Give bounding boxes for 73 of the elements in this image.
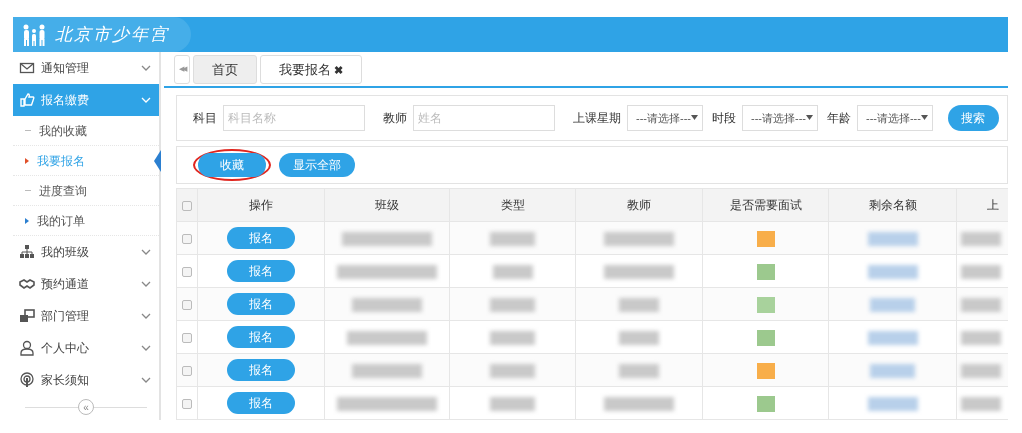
chevron-icon — [141, 313, 151, 319]
site-logo-text: 北京市少年宫 — [55, 22, 169, 46]
dropdown[interactable]: ---请选择--- — [627, 104, 703, 131]
caret-icon — [920, 115, 928, 121]
redacted-text — [492, 264, 533, 279]
field-label: 上课星期 — [573, 109, 621, 127]
checkbox[interactable] — [182, 365, 193, 376]
checkbox[interactable] — [182, 200, 193, 211]
redacted-text — [870, 297, 916, 312]
column-header: 上 — [956, 188, 1008, 222]
redacted-text — [352, 297, 423, 312]
field-label: 教师 — [383, 109, 407, 127]
redacted-text — [867, 330, 918, 345]
checkbox[interactable] — [182, 233, 193, 244]
checkbox[interactable] — [182, 299, 193, 310]
user-icon — [19, 340, 35, 356]
column-header: 是否需要面试 — [702, 188, 829, 222]
field-label: 年龄 — [826, 109, 851, 127]
collapse-button[interactable]: « — [78, 399, 94, 415]
close-icon[interactable]: ✖ — [334, 63, 343, 76]
hierarchy-icon — [19, 244, 35, 260]
redacted-text — [352, 363, 423, 378]
broadcast-icon — [19, 372, 35, 388]
text-field[interactable]: 姓名 — [413, 104, 555, 131]
text-field[interactable]: 科目名称 — [223, 104, 365, 131]
chevron-icon — [141, 345, 151, 351]
column-header: 教师 — [575, 188, 703, 222]
redacted-text — [961, 330, 1002, 345]
redacted-text — [961, 231, 1002, 246]
caret-icon — [691, 115, 698, 121]
chevron-icon — [141, 249, 151, 255]
redacted-text — [867, 231, 918, 246]
checkbox[interactable] — [182, 398, 193, 409]
redacted-text — [619, 363, 660, 378]
tab[interactable]: 我要报名 ✖ — [260, 55, 362, 84]
thumbs-up-icon — [19, 92, 35, 108]
redacted-text — [604, 264, 675, 279]
tab[interactable]: 首页 — [193, 55, 257, 84]
dropdown[interactable]: ---请选择--- — [742, 104, 818, 131]
column-header: 操作 — [197, 188, 325, 222]
column-header: 类型 — [449, 188, 576, 222]
dropdown[interactable]: ---请选择--- — [856, 104, 933, 131]
checkbox[interactable] — [182, 332, 193, 343]
checkbox[interactable] — [182, 266, 193, 277]
caret-icon — [805, 115, 813, 121]
redacted-text — [490, 396, 536, 411]
chevron-icon — [141, 377, 151, 383]
redacted-text — [961, 396, 1002, 411]
redacted-text — [867, 264, 918, 279]
redacted-text — [961, 297, 1002, 312]
field-label: 科目 — [193, 109, 217, 127]
windows-icon — [19, 308, 35, 324]
column-header: 班级 — [324, 188, 450, 222]
family-icon — [21, 22, 47, 47]
column-header: 剩余名额 — [828, 188, 957, 222]
redacted-text — [619, 297, 660, 312]
redacted-text — [867, 396, 918, 411]
redacted-text — [490, 363, 536, 378]
redacted-text — [490, 297, 536, 312]
field-label: 时段 — [712, 109, 736, 127]
redacted-text — [619, 330, 660, 345]
envelope-icon — [19, 60, 35, 76]
chevron-icon — [141, 281, 151, 287]
redacted-text — [961, 264, 1002, 279]
chevron-icon — [141, 97, 151, 103]
chevron-icon — [141, 65, 151, 71]
redacted-text — [870, 363, 916, 378]
redacted-text — [490, 330, 536, 345]
redacted-text — [490, 231, 536, 246]
redacted-text — [604, 231, 675, 246]
redacted-text — [961, 363, 1002, 378]
handshake-icon — [19, 276, 35, 292]
redacted-text — [604, 396, 675, 411]
